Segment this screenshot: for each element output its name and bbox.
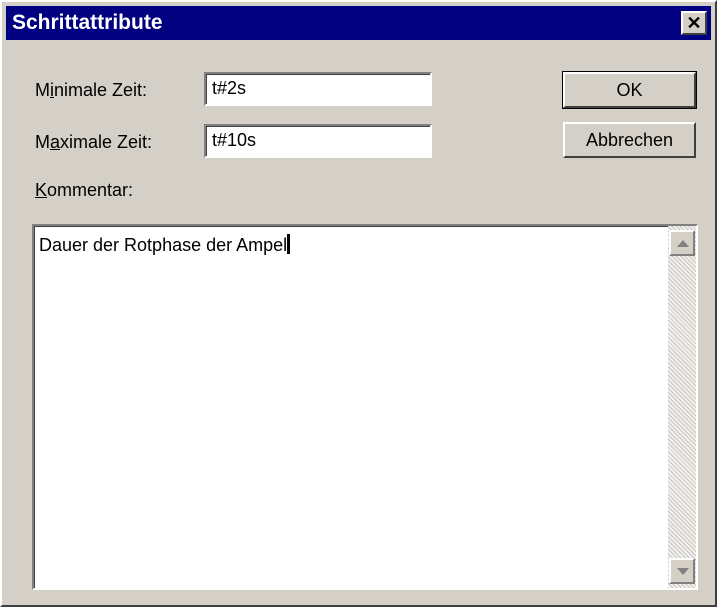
max-time-label: Maximale Zeit:	[35, 132, 153, 152]
cancel-button[interactable]: Abbrechen	[563, 122, 696, 158]
scroll-down-button[interactable]	[669, 558, 695, 584]
max-time-input[interactable]: t#10s	[204, 124, 432, 158]
comment-text: Dauer der Rotphase der Ampel	[39, 234, 291, 256]
min-time-input[interactable]: t#2s	[204, 72, 432, 106]
close-icon: ✕	[686, 13, 702, 33]
comment-textarea[interactable]: Dauer der Rotphase der Ampel	[32, 224, 698, 590]
title-bar[interactable]: Schrittattribute ✕	[6, 6, 711, 40]
dialog-title: Schrittattribute	[12, 11, 163, 34]
arrow-down-icon	[677, 568, 689, 575]
comment-label: Kommentar:	[35, 180, 134, 200]
max-time-value: t#10s	[212, 130, 257, 150]
vertical-scrollbar[interactable]	[668, 226, 696, 588]
ok-button[interactable]: OK	[562, 71, 697, 109]
min-time-label: Minimale Zeit:	[35, 80, 148, 100]
close-button[interactable]: ✕	[681, 11, 707, 35]
arrow-up-icon	[677, 240, 689, 247]
schrittattribute-dialog: Schrittattribute ✕ Minimale Zeit: t#2s M…	[0, 0, 717, 607]
scroll-up-button[interactable]	[669, 230, 695, 256]
min-time-value: t#2s	[212, 78, 247, 98]
text-caret	[287, 234, 291, 254]
